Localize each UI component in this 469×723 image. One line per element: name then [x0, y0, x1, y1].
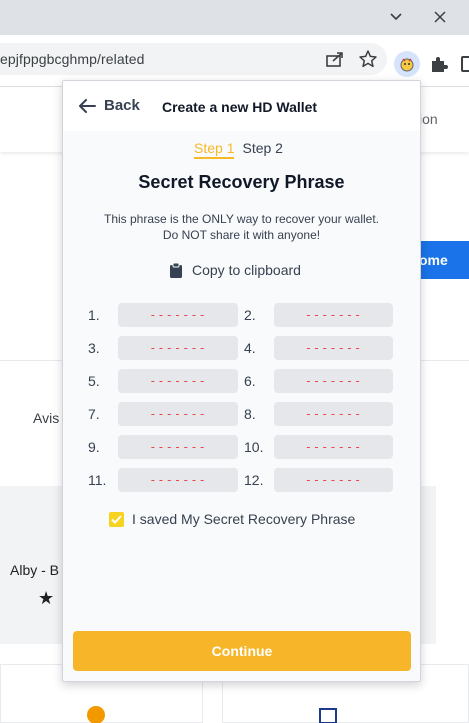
word-number: 11. — [88, 471, 107, 488]
checkmark-icon — [111, 514, 122, 524]
app-logo-icon — [87, 706, 105, 723]
warning-line: Do NOT share it with anyone! — [162, 228, 321, 242]
word-value: ------- — [118, 401, 238, 426]
background-card[interactable] — [420, 486, 436, 644]
word-row: 7. ------- 8. ------- — [87, 397, 399, 430]
puzzle-icon[interactable] — [429, 54, 449, 74]
word-item: 9. ------- — [87, 430, 243, 463]
word-number: 7. — [88, 405, 100, 422]
phrase-title: Secret Recovery Phrase — [138, 172, 345, 192]
word-item: 12. ------- — [243, 463, 399, 496]
word-value: ------- — [274, 434, 393, 459]
word-value: ------- — [118, 434, 238, 459]
word-number: 5. — [88, 372, 100, 389]
saved-checkbox[interactable] — [109, 511, 124, 527]
screen: epjfppgbcghmp/related ion ome Avis Alby … — [0, 0, 469, 723]
word-value: ------- — [118, 335, 238, 360]
word-number: 9. — [88, 438, 100, 455]
word-number: 4. — [244, 339, 256, 356]
back-label: Back — [104, 97, 140, 114]
address-bar[interactable]: epjfppgbcghmp/related — [0, 43, 387, 75]
word-row: 3. ------- 4. ------- — [87, 331, 399, 364]
word-number: 6. — [244, 372, 256, 389]
recovery-phrase-grid: 1. ------- 2. ------- 3. ------- 4. ----… — [87, 298, 399, 496]
word-value: ------- — [274, 467, 393, 492]
clipboard-icon — [170, 262, 182, 278]
copy-label: Copy to clipboard — [192, 262, 301, 278]
word-number: 8. — [244, 405, 256, 422]
url-text[interactable]: epjfppgbcghmp/related — [0, 51, 145, 67]
word-item: 10. ------- — [243, 430, 399, 463]
word-item: 4. ------- — [243, 331, 399, 364]
word-item: 7. ------- — [87, 397, 243, 430]
word-number: 1. — [88, 306, 100, 323]
popup-header: Back Create a new HD Wallet — [63, 81, 420, 131]
word-value: ------- — [274, 335, 393, 360]
app-logo-icon — [319, 708, 337, 723]
word-number: 2. — [244, 306, 256, 323]
popup-title: Create a new HD Wallet — [162, 99, 318, 115]
star-icon[interactable] — [358, 49, 378, 69]
background-text-avis: Avis — [33, 410, 60, 426]
share-icon[interactable] — [325, 50, 345, 68]
chevron-down-icon — [390, 13, 402, 21]
word-item: 3. ------- — [87, 331, 243, 364]
warning-text: This phrase is the ONLY way to recover y… — [63, 211, 420, 243]
word-value: ------- — [274, 368, 393, 393]
word-item: 6. ------- — [243, 364, 399, 397]
step-1: Step 1 — [194, 140, 235, 159]
word-value: ------- — [274, 302, 393, 327]
rating-star-icon: ★ — [38, 588, 55, 608]
continue-button[interactable]: Continue — [73, 631, 411, 671]
background-card-title: Alby - B — [10, 562, 60, 578]
word-item: 8. ------- — [243, 397, 399, 430]
word-row: 5. ------- 6. ------- — [87, 364, 399, 397]
word-row: 11. ------- 12. ------- — [87, 463, 399, 496]
window-close-button[interactable] — [428, 6, 452, 28]
saved-checkbox-label[interactable]: I saved My Secret Recovery Phrase — [132, 511, 355, 527]
warning-line: This phrase is the ONLY way to recover y… — [103, 212, 379, 226]
arrow-left-icon — [79, 98, 96, 113]
wallet-popup: Back Create a new HD Wallet Step 1 Step … — [62, 80, 421, 682]
word-value: ------- — [118, 302, 238, 327]
word-item: 2. ------- — [243, 298, 399, 331]
word-row: 1. ------- 2. ------- — [87, 298, 399, 331]
word-number: 10. — [244, 438, 264, 455]
alby-extension-icon — [400, 58, 414, 72]
step-indicator: Step 1 Step 2 — [194, 140, 283, 159]
word-value: ------- — [118, 467, 238, 492]
word-value: ------- — [274, 401, 393, 426]
back-button[interactable]: Back — [79, 97, 140, 114]
word-value: ------- — [118, 368, 238, 393]
word-number: 3. — [88, 339, 100, 356]
background-header-text: ion — [419, 111, 438, 127]
side-panel-icon[interactable] — [461, 56, 469, 72]
close-icon — [434, 11, 446, 23]
browser-title-bar — [0, 0, 469, 35]
word-number: 12. — [244, 471, 264, 488]
saved-confirmation[interactable]: I saved My Secret Recovery Phrase — [109, 511, 355, 527]
word-item: 11. ------- — [87, 463, 243, 496]
tab-search-button[interactable] — [384, 6, 408, 28]
word-item: 5. ------- — [87, 364, 243, 397]
word-item: 1. ------- — [87, 298, 243, 331]
copy-to-clipboard-button[interactable]: Copy to clipboard — [170, 262, 301, 278]
alby-extension-button[interactable] — [394, 51, 420, 77]
step-2: Step 2 — [242, 140, 283, 156]
word-row: 9. ------- 10. ------- — [87, 430, 399, 463]
